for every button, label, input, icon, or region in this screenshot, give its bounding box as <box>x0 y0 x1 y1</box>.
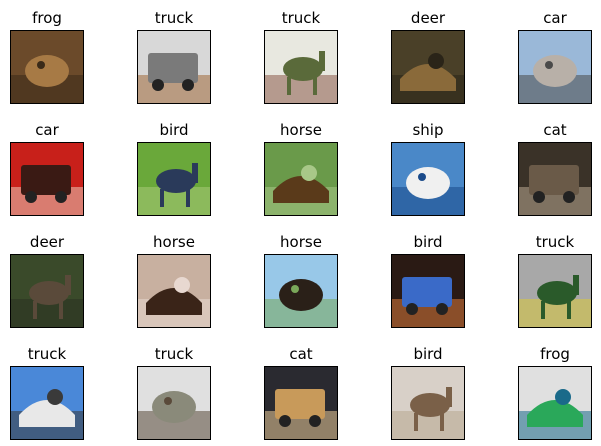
deer-camouflage-image <box>11 255 83 327</box>
dump-truck-field-image <box>265 31 337 103</box>
ostrich-green-image <box>138 143 210 215</box>
image-label: truck <box>281 9 321 27</box>
image-label: bird <box>413 233 443 251</box>
image-thumbnail <box>264 366 338 440</box>
frog-on-ground-image <box>11 31 83 103</box>
image-label: horse <box>153 233 195 251</box>
image-label: horse <box>280 233 322 251</box>
image-label: car <box>543 9 567 27</box>
image-thumbnail <box>137 142 211 216</box>
image-thumbnail <box>391 142 465 216</box>
image-thumbnail <box>518 366 592 440</box>
image-label: frog <box>32 9 62 27</box>
white-semi-truck-image <box>138 31 210 103</box>
image-thumbnail <box>264 142 338 216</box>
cat-dark-image <box>519 143 591 215</box>
image-thumbnail <box>518 142 592 216</box>
silver-sedan-image <box>519 31 591 103</box>
bluebird-feeder-image <box>392 255 464 327</box>
image-thumbnail <box>264 30 338 104</box>
image-label: ship <box>412 121 444 139</box>
image-thumbnail <box>137 366 211 440</box>
image-label: bird <box>159 121 189 139</box>
image-thumbnail <box>137 30 211 104</box>
white-motorboat-image <box>392 143 464 215</box>
brown-horse-image <box>265 143 337 215</box>
image-thumbnail <box>264 254 338 328</box>
image-label: truck <box>154 345 194 363</box>
image-thumbnail <box>10 254 84 328</box>
image-thumbnail <box>518 30 592 104</box>
image-label: horse <box>280 121 322 139</box>
image-thumbnail <box>518 254 592 328</box>
image-label: deer <box>410 9 446 27</box>
image-thumbnail <box>391 254 465 328</box>
image-label: car <box>35 121 59 139</box>
image-label: cat <box>543 121 567 139</box>
dark-horse-image <box>265 255 337 327</box>
image-label: truck <box>27 345 67 363</box>
image-thumbnail <box>391 30 465 104</box>
deer-in-woods-image <box>392 31 464 103</box>
image-thumbnail <box>10 30 84 104</box>
truck-house-image <box>138 367 210 439</box>
red-sports-car-image <box>11 143 83 215</box>
white-trailer-image <box>11 367 83 439</box>
image-thumbnail <box>10 142 84 216</box>
image-label: deer <box>29 233 65 251</box>
green-truck-image <box>519 255 591 327</box>
horse-with-rider-image <box>138 255 210 327</box>
image-label: truck <box>154 9 194 27</box>
green-frog-toy-image <box>519 367 591 439</box>
image-thumbnail <box>10 366 84 440</box>
image-thumbnail <box>391 366 465 440</box>
image-label: frog <box>540 345 570 363</box>
brown-bird-image <box>392 367 464 439</box>
orange-cat-image <box>265 367 337 439</box>
image-grid: frog truck truck deer car car bird horse ship cat… <box>0 0 601 446</box>
image-label: bird <box>413 345 443 363</box>
image-label: cat <box>289 345 313 363</box>
image-label: truck <box>535 233 575 251</box>
image-thumbnail <box>137 254 211 328</box>
